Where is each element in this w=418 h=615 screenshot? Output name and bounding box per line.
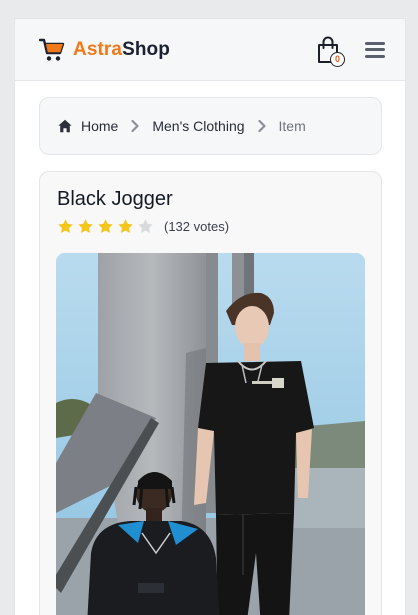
vote-count: (132 votes): [164, 218, 230, 234]
header-actions: 0: [316, 36, 385, 67]
breadcrumb-home[interactable]: Home: [58, 118, 118, 134]
breadcrumb: Home Men's Clothing Item: [39, 97, 382, 155]
star-filled-icon: [98, 218, 113, 233]
brand-name: AstraShop: [73, 39, 170, 61]
brand-logo[interactable]: AstraShop: [39, 37, 170, 63]
cart-button[interactable]: 0: [316, 36, 345, 67]
product-title: Black Jogger: [57, 188, 173, 210]
hamburger-menu-icon[interactable]: [365, 41, 385, 59]
home-icon: [58, 119, 72, 133]
star-filled-icon: [78, 218, 93, 233]
breadcrumb-home-label: Home: [81, 118, 119, 134]
brand-secondary: Shop: [122, 38, 170, 60]
product-card: Black Jogger (132 votes): [39, 171, 382, 615]
app-frame: AstraShop 0 Home Men's Clothing Item Bla…: [14, 18, 406, 615]
product-rating: (132 votes): [57, 216, 364, 236]
chevron-right-icon: [257, 120, 266, 132]
breadcrumb-category[interactable]: Men's Clothing: [152, 118, 244, 134]
cart-count-badge: 0: [330, 51, 345, 67]
product-image[interactable]: [56, 253, 365, 615]
shopping-cart-icon: [39, 38, 65, 61]
star-filled-icon: [118, 218, 133, 233]
chevron-right-icon: [131, 120, 139, 132]
top-navbar: AstraShop 0: [15, 19, 405, 81]
star-empty-icon: [138, 218, 153, 233]
product-photo: [56, 253, 365, 615]
brand-primary: Astra: [73, 38, 123, 60]
rating-stars: [57, 218, 157, 235]
star-filled-icon: [58, 218, 73, 233]
breadcrumb-current: Item: [278, 118, 306, 134]
